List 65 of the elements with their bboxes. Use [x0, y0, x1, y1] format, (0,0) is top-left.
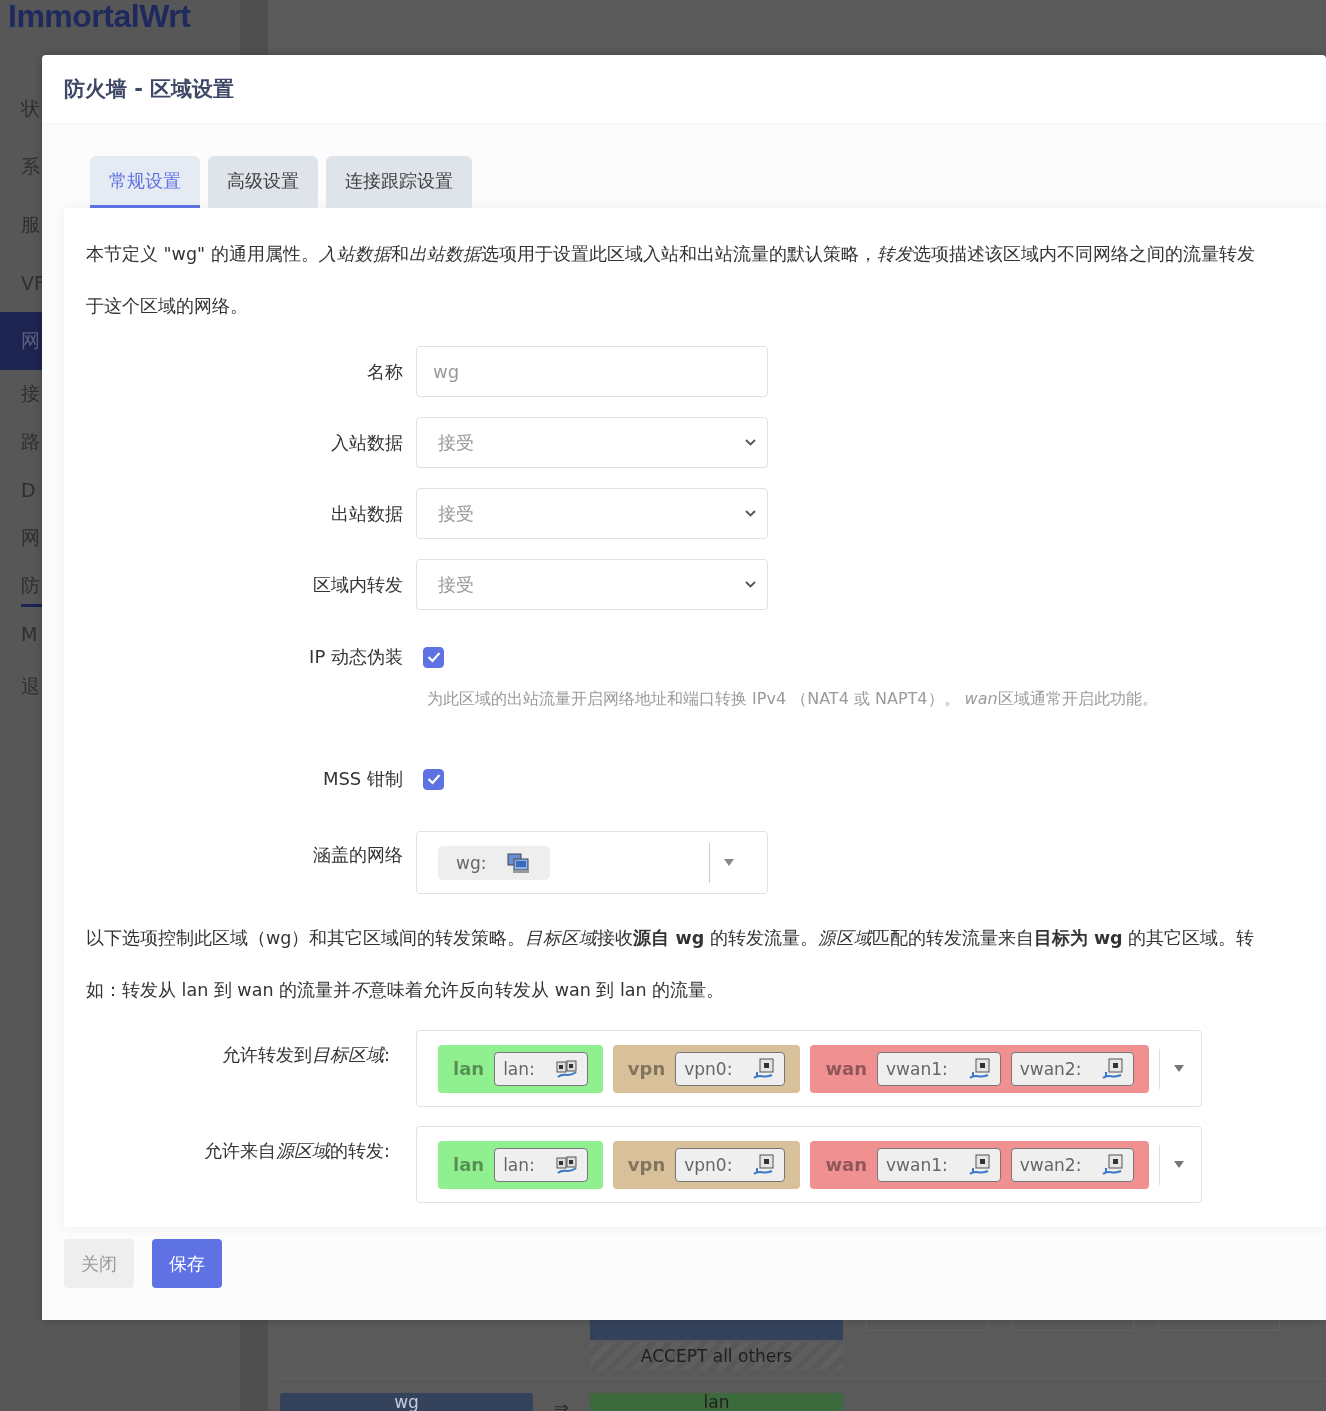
- network-chip: vpn0:: [675, 1051, 786, 1086]
- network-chip: vwan2:: [1010, 1147, 1135, 1182]
- chevron-down-icon: [744, 580, 757, 589]
- check-icon: [426, 773, 441, 785]
- network-port-icon: [967, 1057, 992, 1080]
- chevron-down-icon: [744, 509, 757, 518]
- description-text: 于这个区域的网络。: [86, 295, 249, 318]
- description-text: 以下选项控制此区域（wg）和其它区域间的转发策略。目标区域接收源自 wg 的转发流量。源区域匹配的转发流量来自目标为 wg 的其它区域。转: [86, 927, 1256, 950]
- network-port-icon: [967, 1153, 992, 1176]
- policy-label: ACCEPT all others: [590, 1342, 843, 1370]
- network-port-icon: [554, 1058, 579, 1079]
- zone-badge[interactable]: wan vwan1: vwan2:: [810, 1140, 1150, 1189]
- network-chip: vpn0:: [675, 1147, 786, 1182]
- network-chip: lan:: [494, 1051, 588, 1086]
- policy-select[interactable]: 接受: [416, 417, 768, 468]
- zone-badge[interactable]: vpn vpn0:: [612, 1044, 801, 1093]
- zone-badge[interactable]: vpn vpn0:: [612, 1140, 801, 1189]
- close-button[interactable]: 关闭: [64, 1239, 134, 1288]
- monitors-icon: [506, 851, 531, 874]
- field-label: 区域内转发: [312, 572, 403, 597]
- network-chip: vwan1:: [877, 1051, 1001, 1086]
- save-button[interactable]: 保存: [152, 1239, 222, 1288]
- field-label: 出站数据: [330, 501, 403, 526]
- chevron-down-icon: [744, 438, 757, 447]
- checkbox[interactable]: [423, 768, 444, 790]
- zone-badge[interactable]: wan vwan1: vwan2:: [810, 1044, 1150, 1093]
- caret-icon: [1174, 1161, 1184, 1168]
- network-chip: vwan1:: [877, 1147, 1001, 1182]
- tab[interactable]: 常规设置: [90, 156, 200, 208]
- zone-select[interactable]: lan lan: vpn vpn0: wan vwan1: vwan2:: [416, 1030, 1202, 1107]
- network-select[interactable]: wg:: [416, 831, 768, 894]
- policy-select[interactable]: 接受: [416, 488, 768, 539]
- description-text: 如：转发从 lan 到 wan 的流量并不意味着允许反向转发从 wan 到 lan 的流量。: [86, 979, 726, 1002]
- checkbox[interactable]: [423, 646, 444, 668]
- zone-badge[interactable]: lan lan:: [438, 1044, 603, 1093]
- zone-bar: lan: [590, 1393, 843, 1411]
- network-chip: lan:: [494, 1147, 588, 1182]
- logo: ImmortalWrt: [8, 0, 191, 36]
- network-chip[interactable]: wg:: [438, 845, 551, 880]
- tab[interactable]: 高级设置: [208, 156, 318, 208]
- field-label: MSS 钳制: [321, 767, 403, 791]
- network-chip: vwan2:: [1010, 1051, 1135, 1086]
- dialog-title: 防火墙 - 区域设置: [64, 76, 235, 103]
- network-port-icon: [554, 1154, 579, 1175]
- policy-select[interactable]: 接受: [416, 559, 768, 610]
- caret-icon: [724, 859, 734, 866]
- zone-bar: wg: [280, 1393, 533, 1411]
- field-label: IP 动态伪装: [308, 645, 403, 669]
- check-icon: [426, 651, 441, 663]
- zone-select[interactable]: lan lan: vpn vpn0: wan vwan1: vwan2:: [416, 1126, 1202, 1203]
- name-field[interactable]: wg: [416, 346, 768, 397]
- network-port-icon: [1101, 1153, 1126, 1176]
- help-text: 为此区域的出站流量开启网络地址和端口转换 IPv4 （NAT4 或 NAPT4）。 wan区域通常开启此功能。: [427, 688, 1159, 710]
- field-label: 入站数据: [330, 430, 403, 455]
- caret-icon: [1174, 1065, 1184, 1072]
- network-port-icon: [752, 1057, 777, 1080]
- network-port-icon: [1101, 1057, 1126, 1080]
- tab[interactable]: 连接跟踪设置: [326, 156, 472, 208]
- field-label: 允许转发到目标区域:: [220, 1042, 390, 1067]
- zone-badge[interactable]: lan lan:: [438, 1140, 603, 1189]
- field-label: 涵盖的网络: [312, 843, 403, 867]
- field-label: 允许来自源区域的转发:: [202, 1138, 390, 1163]
- description-text: 本节定义 "wg" 的通用属性。入站数据和出站数据选项用于设置此区域入站和出站流量的默认策略，转发选项描述该区域内不同网络之间的流量转发: [86, 243, 1256, 266]
- network-port-icon: [752, 1153, 777, 1176]
- field-label: 名称: [366, 359, 403, 384]
